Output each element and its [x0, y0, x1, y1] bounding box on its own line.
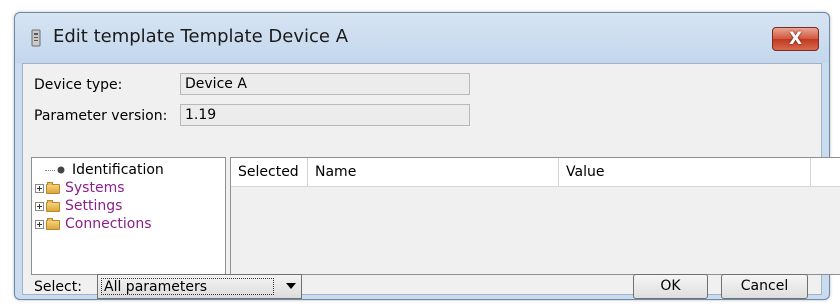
column-header-value[interactable]: Value	[559, 158, 811, 186]
tree-item-label: Systems	[65, 180, 125, 196]
column-header-selected[interactable]: Selected	[231, 158, 308, 186]
ok-button[interactable]: OK	[633, 274, 708, 299]
table-header: Selected Name Value	[231, 158, 840, 187]
dialog-content: Device type: Device A Parameter version:…	[22, 63, 840, 299]
column-header-name[interactable]: Name	[308, 158, 559, 186]
window-title: Edit template Template Device A	[53, 26, 349, 47]
close-button[interactable]: X	[772, 27, 819, 51]
title-bar[interactable]: Edit template Template Device A X	[15, 13, 829, 63]
parameter-tree[interactable]: Identification Systems Settings Connecti…	[31, 157, 226, 275]
device-type-label: Device type:	[34, 77, 123, 93]
folder-icon	[46, 181, 60, 195]
tree-item-connections[interactable]: Connections	[32, 215, 152, 233]
tree-connector	[45, 169, 55, 171]
device-type-field[interactable]: Device A	[180, 73, 470, 95]
parameter-table[interactable]: Selected Name Value	[230, 157, 840, 275]
folder-icon	[46, 217, 60, 231]
dialog-window: Edit template Template Device A X Device…	[14, 12, 840, 300]
parameter-version-label: Parameter version:	[34, 108, 168, 124]
select-label: Select:	[34, 279, 82, 295]
folder-icon	[46, 199, 60, 213]
tree-item-label: Identification	[72, 162, 164, 178]
tree-item-identification[interactable]: Identification	[32, 161, 164, 179]
expand-icon[interactable]	[35, 219, 44, 229]
close-icon: X	[788, 28, 803, 49]
parameter-version-field[interactable]: 1.19	[180, 104, 470, 126]
parameter-select[interactable]: All parameters	[97, 274, 302, 299]
tree-item-label: Settings	[65, 198, 123, 214]
tree-item-settings[interactable]: Settings	[32, 197, 122, 215]
expand-icon[interactable]	[35, 183, 44, 193]
tree-item-systems[interactable]: Systems	[32, 179, 125, 197]
device-icon	[31, 29, 41, 47]
leaf-node-icon	[57, 166, 65, 174]
cancel-button[interactable]: Cancel	[721, 274, 808, 299]
expand-icon[interactable]	[35, 201, 44, 211]
tree-item-label: Connections	[65, 216, 152, 232]
select-value: All parameters	[101, 278, 274, 295]
chevron-down-icon	[286, 283, 296, 289]
